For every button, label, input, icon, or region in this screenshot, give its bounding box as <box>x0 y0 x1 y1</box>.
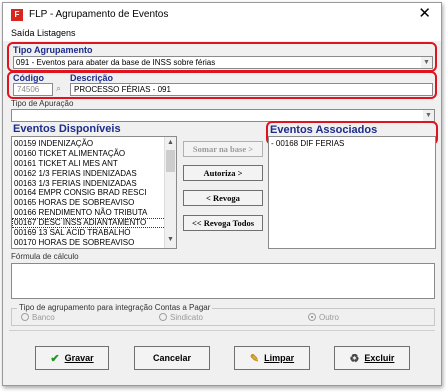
formula-textarea[interactable] <box>11 263 435 299</box>
codigo-label: Código <box>13 73 44 83</box>
trash-icon: ♻ <box>349 352 360 365</box>
integracao-title: Tipo de agrupamento para integração Cont… <box>17 303 213 312</box>
eventos-scrollbar[interactable]: ▲ ▼ <box>164 137 176 248</box>
formula-label: Fórmula de cálculo <box>11 252 79 261</box>
chevron-down-icon[interactable]: ▼ <box>421 57 432 68</box>
eraser-icon: ✎ <box>249 352 260 365</box>
chevron-down-icon[interactable]: ▼ <box>165 236 176 246</box>
radio-outro-label: Outro <box>319 313 340 322</box>
radio-sindicato-label: Sindicato <box>170 313 203 322</box>
close-icon[interactable]: ✕ <box>418 5 431 23</box>
cancelar-button[interactable]: Cancelar <box>134 346 210 370</box>
list-item[interactable]: 00161 TICKET ALI MES ANT <box>12 159 176 169</box>
limpar-label: Limpar <box>264 353 295 363</box>
list-item[interactable]: 00170 HORAS DE SOBREAVISO <box>12 238 176 248</box>
list-item[interactable]: 00163 1/3 FERIAS INDENIZADAS <box>12 179 176 189</box>
list-item[interactable]: 00164 EMPR CONSIG BRAD RESCI <box>12 188 176 198</box>
list-item[interactable]: 00159 INDENIZAÇÃO <box>12 139 176 149</box>
radio-dot-icon <box>159 313 167 321</box>
radio-dot-icon <box>21 313 29 321</box>
eventos-associados-rows: - 00168 DIF FERIAS <box>269 137 435 149</box>
tipo-apuracao-label: Tipo de Apuração <box>11 99 74 108</box>
somar-na-base-button[interactable]: Somar na base > <box>183 141 263 157</box>
chevron-down-icon[interactable]: ▼ <box>423 110 434 121</box>
radio-sindicato[interactable]: Sindicato <box>159 313 203 322</box>
eventos-disponiveis-list[interactable]: 00159 INDENIZAÇÃO 00160 TICKET ALIMENTAÇ… <box>11 136 177 249</box>
gravar-button[interactable]: ✔ Gravar <box>35 346 109 370</box>
radio-dot-selected-icon <box>308 313 316 321</box>
menu-saida[interactable]: Saída <box>11 28 35 38</box>
main-window: F FLP - Agrupamento de Eventos ✕ Saída L… <box>2 2 442 386</box>
eventos-disponiveis-label: Eventos Disponíveis <box>13 123 121 135</box>
chevron-up-icon[interactable]: ▲ <box>165 139 176 149</box>
radio-banco[interactable]: Banco <box>21 313 55 322</box>
checkmark-icon: ✔ <box>50 352 60 365</box>
gravar-label: Gravar <box>64 353 94 363</box>
footer-divider <box>9 330 435 331</box>
radio-banco-label: Banco <box>32 313 55 322</box>
list-item[interactable]: 00166 RENDIMENTO NÃO TRIBUTA <box>12 208 176 218</box>
codigo-field[interactable]: 74506 <box>13 83 53 96</box>
limpar-button[interactable]: ✎ Limpar <box>234 346 310 370</box>
title-bar: F FLP - Agrupamento de Eventos ✕ <box>3 3 441 27</box>
menu-bar: Saída Listagens <box>3 27 441 41</box>
autoriza-button[interactable]: Autoriza > <box>183 165 263 181</box>
eventos-disponiveis-rows: 00159 INDENIZAÇÃO 00160 TICKET ALIMENTAÇ… <box>12 137 176 248</box>
app-logo-icon: F <box>11 9 23 21</box>
descricao-label: Descrição <box>70 73 114 83</box>
tipo-agrupamento-value: 091 - Eventos para abater da base de INS… <box>16 58 216 67</box>
menu-listagens[interactable]: Listagens <box>37 28 76 38</box>
revoga-button[interactable]: < Revoga <box>183 190 263 206</box>
list-item[interactable]: 00165 HORAS DE SOBREAVISO <box>12 198 176 208</box>
list-item[interactable]: 00162 1/3 FERIAS INDENIZADAS <box>12 169 176 179</box>
list-item[interactable]: - 00168 DIF FERIAS <box>269 139 435 149</box>
tipo-agrupamento-select[interactable]: 091 - Eventos para abater da base de INS… <box>13 56 433 69</box>
radio-outro[interactable]: Outro <box>308 313 339 322</box>
window-title: FLP - Agrupamento de Eventos <box>29 9 169 20</box>
list-item[interactable]: 00160 TICKET ALIMENTAÇÃO <box>12 149 176 159</box>
excluir-button[interactable]: ♻ Excluir <box>334 346 410 370</box>
eventos-associados-label: Eventos Associados <box>270 124 378 136</box>
cancelar-label: Cancelar <box>152 353 192 363</box>
list-item[interactable]: 00169 13 SAL ACID TRABALHO <box>12 228 176 238</box>
revoga-todos-button[interactable]: << Revoga Todos <box>183 215 263 231</box>
scroll-thumb[interactable] <box>166 150 175 172</box>
list-item-focused[interactable]: 00167 DESC INSS ADIANTAMENTO <box>12 218 176 229</box>
tipo-agrupamento-label: Tipo Agrupamento <box>13 45 93 55</box>
excluir-label: Excluir <box>364 353 395 363</box>
descricao-field[interactable]: PROCESSO FÉRIAS - 091 <box>70 83 433 96</box>
binoculars-search-icon[interactable]: ⌕ <box>56 83 61 94</box>
eventos-associados-list[interactable]: - 00168 DIF FERIAS <box>268 136 436 249</box>
